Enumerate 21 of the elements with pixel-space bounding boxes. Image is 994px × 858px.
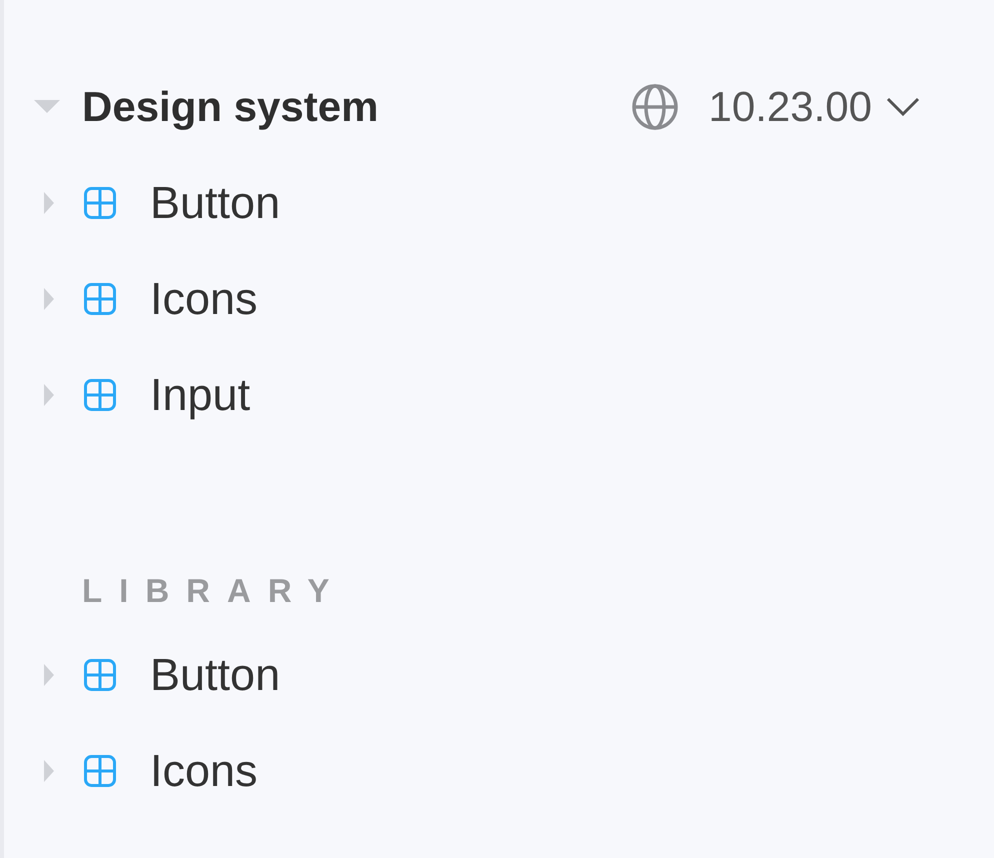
grid-icon xyxy=(84,659,116,691)
globe-icon xyxy=(630,83,678,131)
caret-right-icon[interactable] xyxy=(44,288,54,310)
section-title[interactable]: Design system xyxy=(82,83,630,131)
tree-item-label[interactable]: Button xyxy=(150,649,280,701)
caret-right-icon[interactable] xyxy=(44,760,54,782)
caret-right-icon[interactable] xyxy=(44,664,54,686)
tree-item-label[interactable]: Icons xyxy=(150,273,258,325)
tree-item-label[interactable]: Icons xyxy=(150,745,258,797)
tree-item-label[interactable]: Button xyxy=(150,177,280,229)
caret-right-icon[interactable] xyxy=(44,384,54,406)
grid-icon xyxy=(84,187,116,219)
version-label[interactable]: 10.23.00 xyxy=(708,83,872,131)
section-heading: LIBRARY xyxy=(81,571,348,611)
grid-icon xyxy=(84,755,116,787)
grid-icon xyxy=(84,379,116,411)
tree-item-label[interactable]: Input xyxy=(150,369,250,421)
caret-down-icon[interactable] xyxy=(34,100,60,114)
grid-icon xyxy=(84,283,116,315)
chevron-down-icon[interactable] xyxy=(886,97,920,117)
caret-right-icon[interactable] xyxy=(44,192,54,214)
